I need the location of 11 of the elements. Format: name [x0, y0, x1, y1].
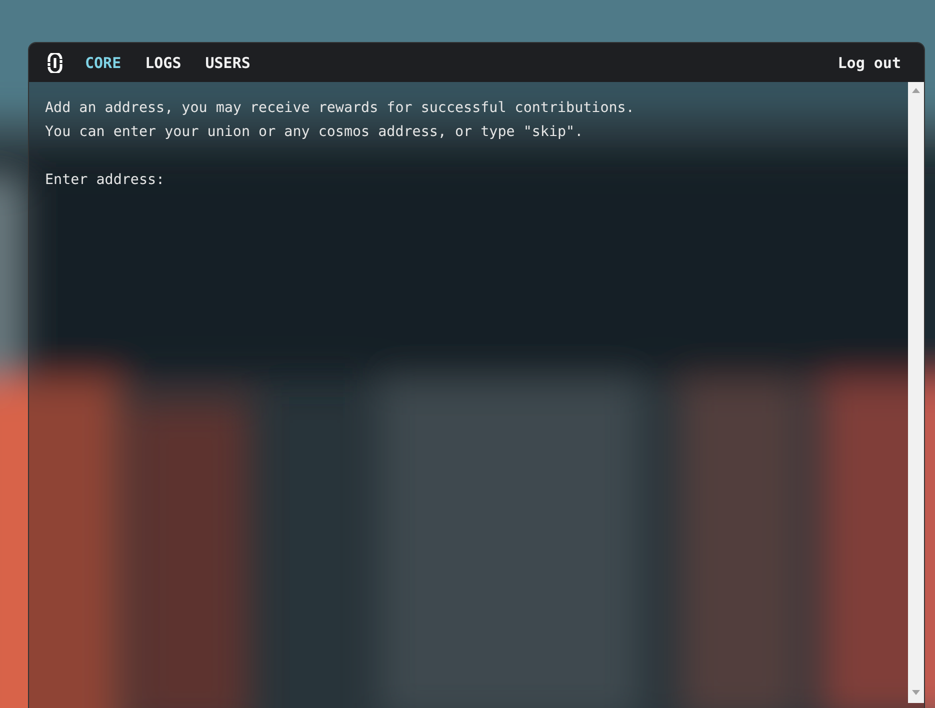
terminal-line: Add an address, you may receive rewards for successful contributions. — [45, 99, 636, 118]
logo-icon — [45, 52, 65, 72]
scroll-down-icon — [912, 690, 920, 695]
address-prompt: Enter address: — [45, 171, 166, 190]
nav-tab[interactable]: USERS — [201, 54, 254, 72]
nav-tab[interactable]: LOGS — [141, 54, 186, 72]
scroll-up-icon — [912, 88, 920, 93]
scrollbar[interactable] — [908, 82, 924, 703]
nav-tab[interactable]: CORE — [81, 54, 126, 72]
logout-button[interactable]: Log out — [838, 54, 901, 72]
terminal-line: You can enter your union or any cosmos address, or type "skip". — [45, 123, 584, 142]
